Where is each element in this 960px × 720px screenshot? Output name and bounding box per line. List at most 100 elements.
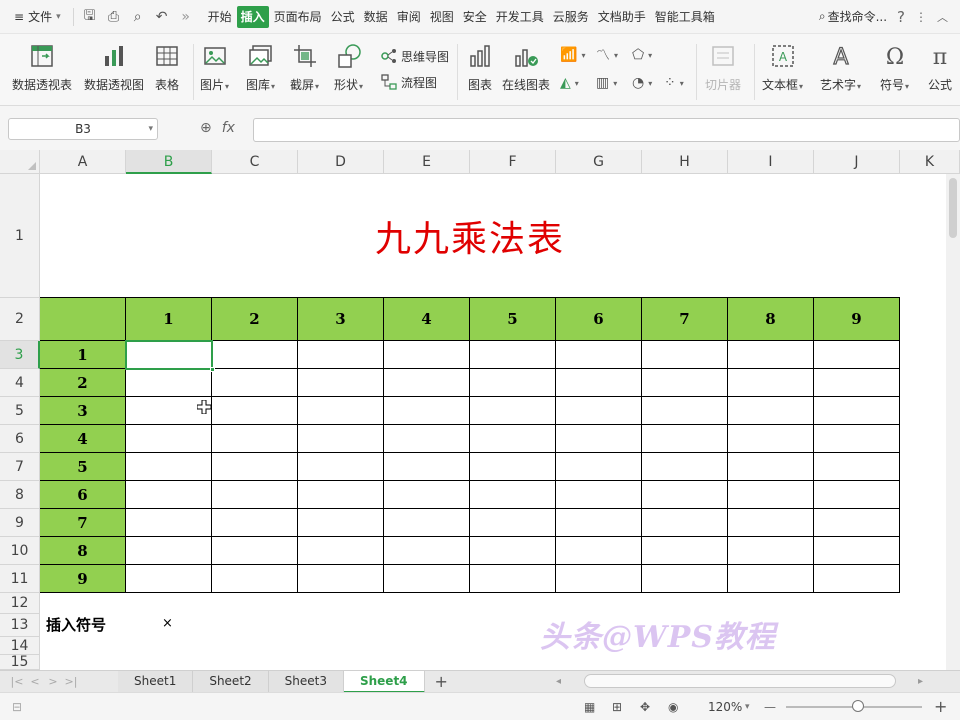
- table-cell[interactable]: [384, 481, 470, 509]
- table-cell[interactable]: [642, 537, 728, 565]
- table-cell[interactable]: [814, 341, 900, 369]
- column-header[interactable]: A: [40, 150, 126, 174]
- table-cell[interactable]: [384, 341, 470, 369]
- table-cell[interactable]: [126, 425, 212, 453]
- fx-icon[interactable]: fx: [222, 120, 235, 136]
- tab-9[interactable]: 云服务: [549, 6, 593, 28]
- row-header[interactable]: 12: [0, 593, 40, 614]
- last-sheet-icon[interactable]: >|: [62, 675, 80, 688]
- table-cell[interactable]: [298, 537, 384, 565]
- table-cell[interactable]: [212, 537, 298, 565]
- table-cell[interactable]: [384, 425, 470, 453]
- row-header[interactable]: 6: [0, 425, 40, 453]
- table-cell[interactable]: [384, 565, 470, 593]
- table-cell[interactable]: [728, 509, 814, 537]
- table-cell[interactable]: [642, 509, 728, 537]
- zoom-level[interactable]: 120%: [708, 700, 742, 714]
- table-cell[interactable]: [814, 537, 900, 565]
- tab-5[interactable]: 审阅: [393, 6, 425, 28]
- table-cell[interactable]: [384, 453, 470, 481]
- table-cell[interactable]: [126, 537, 212, 565]
- table-cell[interactable]: [556, 537, 642, 565]
- view-normal-icon[interactable]: ▦: [584, 700, 595, 714]
- table-cell[interactable]: [212, 481, 298, 509]
- row-header[interactable]: 10: [0, 537, 40, 565]
- table-cell[interactable]: [556, 425, 642, 453]
- table-cell[interactable]: [212, 369, 298, 397]
- table-header-cell[interactable]: 8: [728, 298, 814, 341]
- chart-button[interactable]: 图表: [466, 42, 494, 100]
- table-row-label[interactable]: 3: [40, 397, 126, 425]
- row-header[interactable]: 7: [0, 453, 40, 481]
- next-sheet-icon[interactable]: >: [44, 675, 62, 688]
- table-header-cell[interactable]: 9: [814, 298, 900, 341]
- table-cell[interactable]: [556, 453, 642, 481]
- table-cell[interactable]: [814, 453, 900, 481]
- more-icon[interactable]: »: [174, 5, 198, 29]
- row-header[interactable]: 1: [0, 174, 40, 298]
- table-cell[interactable]: [642, 481, 728, 509]
- column-header[interactable]: J: [814, 150, 900, 174]
- first-sheet-icon[interactable]: |<: [8, 675, 26, 688]
- chevron-down-icon[interactable]: ▾: [148, 119, 153, 139]
- table-cell[interactable]: [298, 397, 384, 425]
- zoom-slider-thumb[interactable]: [852, 700, 864, 712]
- table-cell[interactable]: [642, 397, 728, 425]
- table-cell[interactable]: [212, 509, 298, 537]
- table-cell[interactable]: [728, 369, 814, 397]
- table-cell[interactable]: [814, 481, 900, 509]
- cell-b13[interactable]: ×: [162, 616, 173, 631]
- table-cell[interactable]: [298, 341, 384, 369]
- table-cell[interactable]: [556, 509, 642, 537]
- tab-4[interactable]: 数据: [360, 6, 392, 28]
- zoom-dropdown-icon[interactable]: ▾: [745, 702, 750, 712]
- table-cell[interactable]: [298, 453, 384, 481]
- table-cell[interactable]: [728, 341, 814, 369]
- sheet-tab[interactable]: Sheet3: [268, 670, 344, 693]
- table-row-label[interactable]: 9: [40, 565, 126, 593]
- add-sheet-button[interactable]: +: [435, 672, 448, 691]
- table-cell[interactable]: [728, 481, 814, 509]
- table-cell[interactable]: [642, 341, 728, 369]
- table-cell[interactable]: [470, 509, 556, 537]
- sheet-protect-icon[interactable]: ⊟: [12, 700, 22, 714]
- column-header[interactable]: F: [470, 150, 556, 174]
- row-header[interactable]: 2: [0, 298, 40, 341]
- sheet-tab[interactable]: Sheet2: [193, 670, 269, 693]
- tab-8[interactable]: 开发工具: [492, 6, 548, 28]
- row-header[interactable]: 5: [0, 397, 40, 425]
- stat-chart-icon[interactable]: ▥ ▾: [596, 72, 617, 94]
- table-cell[interactable]: [728, 453, 814, 481]
- table-cell[interactable]: [470, 453, 556, 481]
- table-cell[interactable]: [470, 481, 556, 509]
- row-header[interactable]: 8: [0, 481, 40, 509]
- radar-chart-icon[interactable]: ⬠ ▾: [632, 44, 652, 66]
- table-cell[interactable]: [384, 369, 470, 397]
- view-page-break-icon[interactable]: ⊞: [612, 700, 622, 714]
- table-cell[interactable]: [126, 341, 212, 369]
- row-header[interactable]: 4: [0, 369, 40, 397]
- table-cell[interactable]: [470, 537, 556, 565]
- table-cell[interactable]: [728, 397, 814, 425]
- column-header[interactable]: K: [900, 150, 960, 174]
- help-icon[interactable]: ?: [897, 8, 905, 26]
- table-cell[interactable]: [212, 565, 298, 593]
- pivot-table-button[interactable]: 数据透视表: [12, 42, 72, 100]
- table-header-cell[interactable]: 6: [556, 298, 642, 341]
- print-preview-icon[interactable]: ⌕: [126, 5, 150, 29]
- select-all-corner[interactable]: [0, 150, 40, 174]
- wordart-button[interactable]: A 艺术字▾: [820, 42, 861, 100]
- tab-2[interactable]: 页面布局: [270, 6, 326, 28]
- table-cell[interactable]: [556, 341, 642, 369]
- save-icon[interactable]: 🖫: [78, 5, 102, 29]
- table-header-cell[interactable]: 4: [384, 298, 470, 341]
- table-cell[interactable]: [126, 481, 212, 509]
- column-header[interactable]: G: [556, 150, 642, 174]
- zoom-out-button[interactable]: —: [764, 700, 776, 714]
- table-cell[interactable]: [814, 509, 900, 537]
- table-row-label[interactable]: 6: [40, 481, 126, 509]
- command-search[interactable]: ⌕ 查找命令...: [819, 8, 887, 25]
- table-cell[interactable]: [212, 453, 298, 481]
- gallery-button[interactable]: 图库▾: [246, 42, 275, 100]
- table-cell[interactable]: [212, 397, 298, 425]
